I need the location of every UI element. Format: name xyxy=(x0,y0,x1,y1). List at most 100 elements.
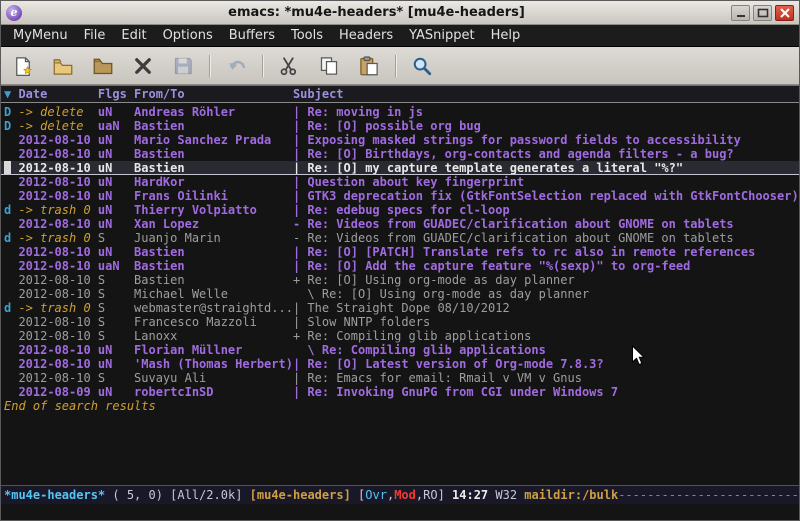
emacs-icon: e xyxy=(6,5,22,21)
message-flags: uN xyxy=(98,343,134,357)
thread-indicator: - xyxy=(293,217,307,231)
message-row[interactable]: d-> trash 0uNThierry Volpiatto| Re: edeb… xyxy=(1,203,799,217)
message-row[interactable]: 2012-08-10uNBastien| Re: [O] [PATCH] Tra… xyxy=(1,245,799,259)
menu-item-edit[interactable]: Edit xyxy=(113,26,154,45)
cut-icon xyxy=(279,56,299,76)
message-row[interactable]: 2012-08-10SFrancesco Mazzoli| Slow NNTP … xyxy=(1,315,799,329)
message-row[interactable]: D-> deleteuaNBastien| Re: [O] possible o… xyxy=(1,119,799,133)
modeline-segment-ovr: Ovr xyxy=(365,488,387,502)
message-row[interactable]: 2012-08-09uNrobertcInSD| Re: Invoking Gn… xyxy=(1,385,799,399)
cut-button[interactable] xyxy=(275,52,303,80)
message-date: 2012-08-10 xyxy=(18,357,97,371)
modeline-segment-buffer: *mu4e-headers* xyxy=(4,488,105,502)
open-file-icon xyxy=(53,56,73,76)
message-mark xyxy=(4,273,18,287)
message-row[interactable]: 2012-08-10SLanoxx+ Re: Compiling glib ap… xyxy=(1,329,799,343)
close-button[interactable] xyxy=(775,5,794,21)
message-from: Thierry Volpiatto xyxy=(134,203,293,217)
open-file-button[interactable] xyxy=(49,52,77,80)
message-row[interactable]: 2012-08-10uNFrans Oilinki| GTK3 deprecat… xyxy=(1,189,799,203)
message-date: 2012-08-10 xyxy=(18,371,97,385)
message-flags: uN xyxy=(98,357,134,371)
message-date: -> trash 0 xyxy=(18,203,97,217)
message-subject: Re: [O] Using org-mode as day planner xyxy=(307,273,799,287)
menu-item-options[interactable]: Options xyxy=(155,26,221,45)
message-from: Frans Oilinki xyxy=(134,189,293,203)
message-mark: d xyxy=(4,231,18,245)
message-row[interactable]: 2012-08-10uNXan Lopez- Re: Videos from G… xyxy=(1,217,799,231)
message-mark xyxy=(4,161,18,174)
message-subject: Re: Videos from GUADEC/clarification abo… xyxy=(307,217,799,231)
modeline-segment-plain: [ xyxy=(351,488,365,502)
menu-item-help[interactable]: Help xyxy=(483,26,529,45)
message-row[interactable]: 2012-08-10uaNBastien| Re: [O] Add the ca… xyxy=(1,259,799,273)
modeline-segment-plain: ( 5, 0) [All/2.0k] xyxy=(105,488,250,502)
search-button[interactable] xyxy=(408,52,436,80)
modeline-segment-filler: ------------------------------ xyxy=(618,488,799,502)
undo-button[interactable] xyxy=(222,52,250,80)
message-from: robertcInSD xyxy=(134,385,293,399)
thread-indicator: | xyxy=(293,259,307,273)
message-row[interactable]: d-> trash 0Swebmaster@straightd...| The … xyxy=(1,301,799,315)
message-row[interactable]: 2012-08-10uN'Mash (Thomas Herbert)| Re: … xyxy=(1,357,799,371)
column-flags: Flgs xyxy=(98,86,134,102)
message-flags: S xyxy=(98,287,134,301)
modeline-segment-ro: RO xyxy=(423,488,437,502)
thread-indicator: + xyxy=(293,273,307,287)
message-row[interactable]: d-> trash 0SJuanjo Marin- Re: Videos fro… xyxy=(1,231,799,245)
paste-button[interactable] xyxy=(355,52,383,80)
message-flags: S xyxy=(98,371,134,385)
message-date: 2012-08-10 xyxy=(18,175,97,189)
message-from: Bastien xyxy=(134,259,293,273)
maximize-button[interactable] xyxy=(753,5,772,21)
new-file-button[interactable] xyxy=(9,52,37,80)
message-row[interactable]: 2012-08-10uNBastien| Re: [O] Birthdays, … xyxy=(1,147,799,161)
message-flags: uN xyxy=(98,105,134,119)
message-row[interactable]: 2012-08-10SBastien+ Re: [O] Using org-mo… xyxy=(1,273,799,287)
menu-item-headers[interactable]: Headers xyxy=(331,26,401,45)
folder-button[interactable] xyxy=(89,52,117,80)
message-flags: uN xyxy=(98,133,134,147)
thread-indicator: | xyxy=(293,301,307,315)
message-flags: uN xyxy=(98,217,134,231)
menu-item-buffers[interactable]: Buffers xyxy=(221,26,283,45)
thread-indicator: | xyxy=(293,133,307,147)
close-buffer-button[interactable] xyxy=(129,52,157,80)
message-flags: S xyxy=(98,315,134,329)
message-row[interactable]: 2012-08-10uNFlorian Müllner \ Re: Compil… xyxy=(1,343,799,357)
mode-line[interactable]: *mu4e-headers* ( 5, 0) [All/2.0k] [mu4e-… xyxy=(1,485,799,504)
message-from: webmaster@straightd... xyxy=(134,301,293,315)
menu-item-file[interactable]: File xyxy=(76,26,114,45)
message-row[interactable]: 2012-08-10uNBastien| Re: [O] my capture … xyxy=(1,161,799,175)
message-mark xyxy=(4,371,18,385)
emacs-window: e emacs: *mu4e-headers* [mu4e-headers] M… xyxy=(0,0,800,521)
message-flags: uN xyxy=(98,147,134,161)
echo-area xyxy=(1,504,799,520)
menu-item-mymenu[interactable]: MyMenu xyxy=(5,26,76,45)
message-mark: D xyxy=(4,105,18,119)
message-date: 2012-08-10 xyxy=(18,161,97,174)
message-mark xyxy=(4,245,18,259)
message-row[interactable]: 2012-08-10uNMario Sanchez Prada| Exposin… xyxy=(1,133,799,147)
minimize-button[interactable] xyxy=(731,5,750,21)
message-row[interactable]: 2012-08-10SMichael Welle \ Re: [O] Using… xyxy=(1,287,799,301)
menu-item-tools[interactable]: Tools xyxy=(283,26,331,45)
message-row[interactable]: D-> deleteuNAndreas Röhler| Re: moving i… xyxy=(1,105,799,119)
message-flags: uN xyxy=(98,203,134,217)
menu-item-yasnippet[interactable]: YASnippet xyxy=(401,26,483,45)
copy-button[interactable] xyxy=(315,52,343,80)
message-flags: S xyxy=(98,329,134,343)
message-flags: uN xyxy=(98,385,134,399)
toolbar xyxy=(1,47,799,85)
message-date: 2012-08-09 xyxy=(18,385,97,399)
message-date: 2012-08-10 xyxy=(18,273,97,287)
menubar: MyMenuFileEditOptionsBuffersToolsHeaders… xyxy=(1,25,799,47)
message-from: Mario Sanchez Prada xyxy=(134,133,293,147)
thread-indicator: | xyxy=(293,147,307,161)
titlebar[interactable]: e emacs: *mu4e-headers* [mu4e-headers] xyxy=(1,1,799,25)
message-row[interactable]: 2012-08-10SSuvayu Ali| Re: Emacs for ema… xyxy=(1,371,799,385)
save-button[interactable] xyxy=(169,52,197,80)
message-from: Florian Müllner xyxy=(134,343,293,357)
message-subject: Re: moving in js xyxy=(307,105,799,119)
message-row[interactable]: 2012-08-10uNHardKor| Question about key … xyxy=(1,175,799,189)
